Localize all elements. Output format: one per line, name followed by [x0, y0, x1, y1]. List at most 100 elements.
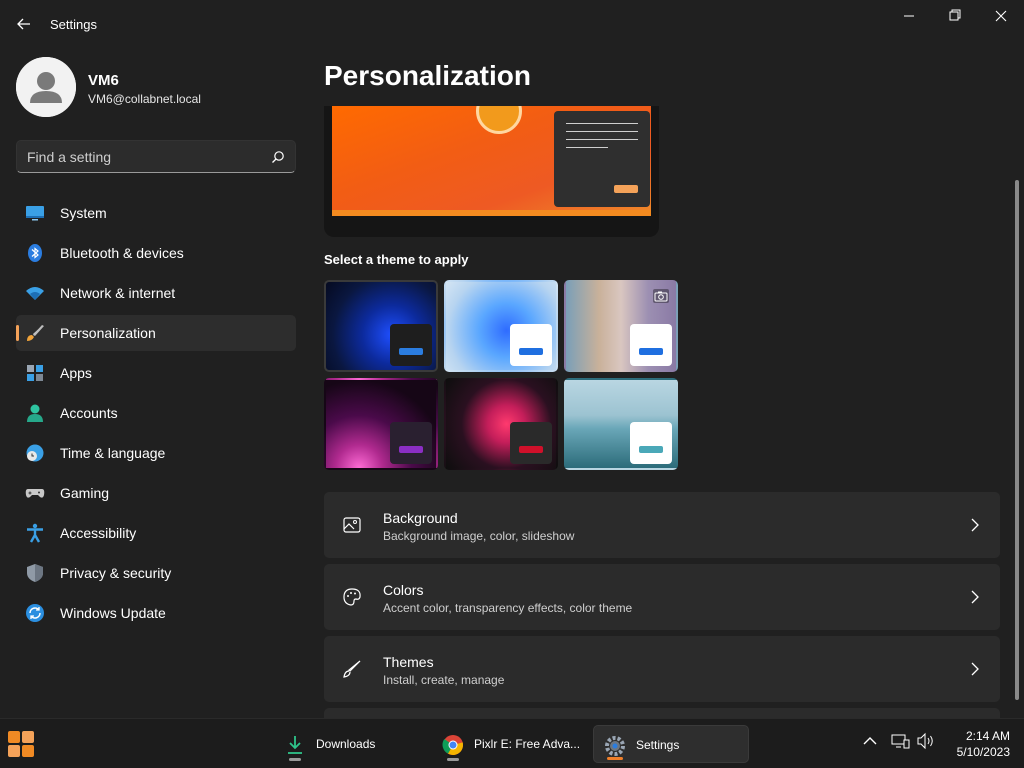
sidebar-item-personalization[interactable]: Personalization — [16, 315, 296, 351]
download-icon — [288, 736, 302, 754]
chevron-right-icon — [971, 518, 979, 532]
brush-icon — [27, 325, 44, 341]
themes-section-label: Select a theme to apply — [324, 252, 469, 267]
user-profile[interactable]: VM6 VM6@collabnet.local — [16, 57, 296, 117]
chevron-right-icon — [971, 662, 979, 676]
preview-wallpaper — [332, 106, 651, 216]
close-icon[interactable] — [978, 6, 1024, 28]
taskbar-app-label: Pixlr E: Free Adva... — [474, 737, 581, 751]
card-subtitle: Install, create, manage — [383, 673, 505, 687]
running-indicator — [289, 758, 301, 761]
search-box[interactable] — [16, 140, 296, 173]
chevron-up-icon[interactable] — [860, 731, 880, 751]
palette-icon — [343, 588, 361, 606]
update-icon — [26, 604, 44, 622]
theme-color-card — [510, 324, 552, 366]
sidebar-item-accessibility[interactable]: Accessibility — [16, 515, 296, 551]
colors-setting-card[interactable]: Colors Accent color, transparency effect… — [324, 564, 1000, 630]
avatar — [16, 57, 76, 117]
orange-slice-image — [476, 106, 522, 134]
running-indicator — [447, 758, 459, 761]
sidebar-item-accounts[interactable]: Accounts — [16, 395, 296, 431]
clock-time: 2:14 AM — [965, 729, 1010, 743]
sidebar-item-label: System — [60, 205, 107, 221]
theme-color-card — [390, 324, 432, 366]
theme-color-card — [390, 422, 432, 464]
accessibility-icon — [27, 523, 43, 543]
system-clock[interactable]: 2:14 AM 5/10/2023 — [940, 728, 1010, 760]
scrollbar-thumb[interactable] — [1015, 180, 1019, 700]
theme-thumbnail-flow[interactable] — [564, 378, 678, 470]
chrome-icon — [442, 735, 464, 756]
taskbar-app-chrome[interactable]: Pixlr E: Free Adva... — [432, 725, 584, 763]
gamepad-icon — [25, 489, 45, 498]
card-subtitle: Background image, color, slideshow — [383, 529, 575, 543]
search-icon[interactable] — [271, 150, 285, 164]
title-bar: Settings — [0, 0, 1024, 48]
sidebar-item-gaming[interactable]: Gaming — [16, 475, 296, 511]
sidebar-item-label: Apps — [60, 365, 92, 381]
card-subtitle: Accent color, transparency effects, colo… — [383, 601, 633, 615]
taskbar-app-label: Downloads — [316, 737, 376, 751]
sidebar-item-label: Time & language — [60, 445, 166, 461]
theme-thumbnail-spotlight[interactable] — [564, 280, 678, 372]
user-email: VM6@collabnet.local — [88, 92, 201, 106]
image-icon — [343, 517, 361, 533]
card-title: Colors — [383, 582, 424, 598]
sidebar-item-time-language[interactable]: Time & language — [16, 435, 296, 471]
shield-icon — [27, 564, 43, 582]
next-setting-card[interactable] — [324, 708, 1000, 718]
sidebar-item-bluetooth[interactable]: Bluetooth & devices — [16, 235, 296, 271]
theme-thumbnail-windows-dark[interactable] — [324, 280, 438, 372]
network-icon[interactable] — [890, 731, 910, 751]
theme-thumbnail-glow[interactable] — [324, 378, 438, 470]
sidebar-item-label: Gaming — [60, 485, 110, 501]
back-arrow-icon[interactable] — [14, 14, 34, 34]
taskbar-app-label: Settings — [636, 738, 680, 752]
clock-date: 5/10/2023 — [956, 745, 1010, 759]
sidebar-item-label: Privacy & security — [60, 565, 172, 581]
sidebar-nav: System Bluetooth & devices Network & int… — [16, 195, 296, 635]
search-input[interactable] — [27, 141, 267, 172]
theme-thumbnail-captured-motion[interactable] — [444, 378, 558, 470]
card-title: Themes — [383, 654, 434, 670]
minimize-icon[interactable] — [886, 6, 932, 28]
person-icon — [27, 404, 43, 422]
sidebar-item-label: Windows Update — [60, 605, 166, 621]
sidebar-item-apps[interactable]: Apps — [16, 355, 296, 391]
monitor-icon — [26, 206, 44, 221]
sidebar-item-label: Accounts — [60, 405, 118, 421]
gear-icon — [605, 736, 625, 756]
wifi-icon — [26, 287, 44, 300]
app-title: Settings — [50, 17, 97, 32]
theme-color-card — [630, 422, 672, 464]
preview-window — [554, 111, 650, 207]
apps-icon — [27, 365, 43, 381]
taskbar: Downloads Pixlr E: Free Adva... Settings… — [0, 718, 1024, 768]
sidebar-item-label: Personalization — [60, 325, 156, 341]
brush-icon — [343, 660, 361, 678]
taskbar-app-downloads[interactable]: Downloads — [274, 725, 394, 763]
restore-icon[interactable] — [932, 6, 978, 28]
running-indicator — [607, 757, 623, 760]
sidebar-item-windows-update[interactable]: Windows Update — [16, 595, 296, 631]
sidebar-item-network[interactable]: Network & internet — [16, 275, 296, 311]
sidebar-item-label: Bluetooth & devices — [60, 245, 184, 261]
sidebar-item-system[interactable]: System — [16, 195, 296, 231]
globe-clock-icon — [26, 444, 44, 462]
sidebar-item-label: Network & internet — [60, 285, 176, 301]
sidebar-item-privacy[interactable]: Privacy & security — [16, 555, 296, 591]
card-title: Background — [383, 510, 458, 526]
theme-thumbnail-windows-light[interactable] — [444, 280, 558, 372]
page-title: Personalization — [324, 60, 531, 91]
theme-color-card — [630, 324, 672, 366]
start-icon[interactable] — [7, 730, 35, 758]
themes-setting-card[interactable]: Themes Install, create, manage — [324, 636, 1000, 702]
user-name: VM6 — [88, 72, 119, 89]
taskbar-app-settings[interactable]: Settings — [593, 725, 749, 763]
theme-preview — [324, 106, 659, 237]
sidebar-item-label: Accessibility — [60, 525, 137, 541]
volume-icon[interactable] — [916, 731, 936, 751]
person-icon — [16, 57, 76, 117]
background-setting-card[interactable]: Background Background image, color, slid… — [324, 492, 1000, 558]
